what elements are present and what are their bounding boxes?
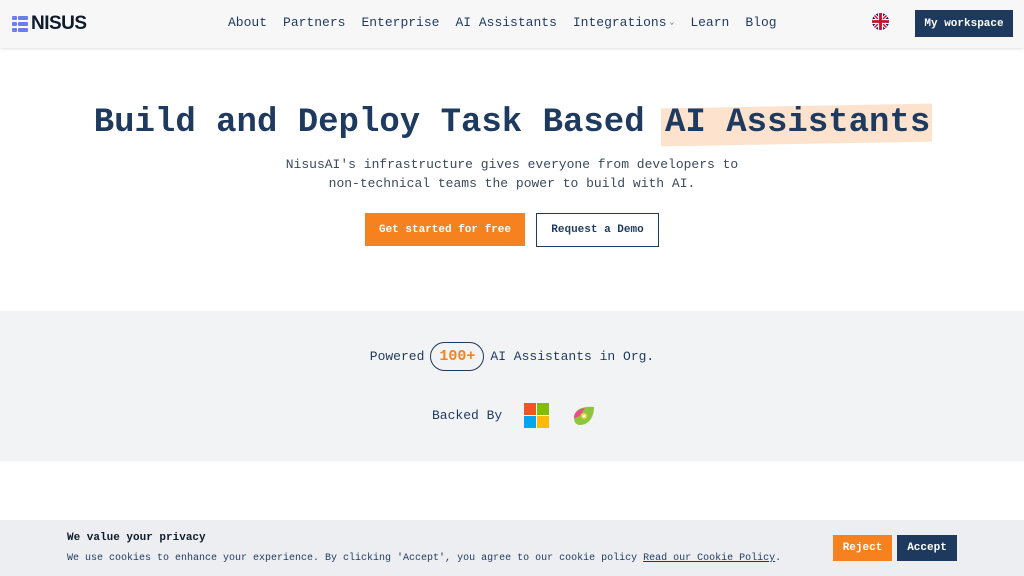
hero-title-highlight: AI Assistants [665, 104, 931, 142]
backed-by-label: Backed By [432, 408, 503, 423]
nav-learn[interactable]: Learn [690, 15, 729, 30]
nav-integrations-label: Integrations [572, 15, 667, 30]
chevron-down-icon: ⌄ [669, 18, 675, 27]
cookie-title: We value your privacy [67, 532, 206, 544]
powered-stat: Powered 100+ AI Assistants in Org. [0, 342, 1024, 371]
microsoft-logo-icon [524, 403, 550, 428]
nav-enterprise[interactable]: Enterprise [361, 15, 439, 30]
hero-subtitle-line-2: non-technical teams the power to build w… [328, 176, 696, 191]
cookie-period: . [775, 553, 782, 564]
social-proof-section [0, 311, 1024, 461]
reject-cookies-button[interactable]: Reject [833, 535, 892, 561]
cookie-policy-link[interactable]: Read our Cookie Policy [643, 553, 775, 564]
request-demo-button[interactable]: Request a Demo [536, 213, 659, 247]
get-started-button[interactable]: Get started for free [365, 213, 525, 246]
assistant-count-badge: 100+ [430, 342, 485, 371]
nav-partners[interactable]: Partners [283, 15, 345, 30]
hero-subtitle-line-1: NisusAI's infrastructure gives everyone … [285, 157, 739, 172]
powered-prefix: Powered [369, 349, 425, 364]
brand-logo[interactable]: NISUS [12, 13, 87, 34]
hero-subtitle: NisusAI's infrastructure gives everyone … [0, 155, 1024, 193]
uk-flag-icon[interactable] [872, 13, 889, 30]
nav-about[interactable]: About [228, 15, 267, 30]
accept-cookies-button[interactable]: Accept [897, 535, 957, 561]
my-workspace-button[interactable]: My workspace [915, 10, 1013, 37]
nav-integrations[interactable]: Integrations ⌄ [573, 15, 674, 30]
hero-title-main: Build and Deploy Task Based [93, 104, 666, 142]
brand-name: NISUS [31, 13, 87, 34]
cookie-message: We use cookies to enhance your experienc… [67, 553, 781, 564]
powered-suffix: AI Assistants in Org. [490, 349, 655, 364]
cookie-text: We use cookies to enhance your experienc… [67, 553, 644, 564]
cookie-banner: We value your privacy We use cookies to … [0, 520, 1024, 576]
grid-blocks-icon [12, 16, 28, 32]
top-navbar: NISUS About Partners Enterprise AI Assis… [0, 0, 1024, 48]
backed-by-row: Backed By [432, 403, 596, 428]
nav-blog[interactable]: Blog [745, 15, 776, 30]
hero-title: Build and Deploy Task Based AI Assistant… [0, 104, 1024, 142]
nav-ai-assistants[interactable]: AI Assistants [455, 15, 556, 30]
main-nav: About Partners Enterprise AI Assistants … [228, 15, 793, 30]
kiwi-leaf-logo-icon [574, 406, 595, 425]
